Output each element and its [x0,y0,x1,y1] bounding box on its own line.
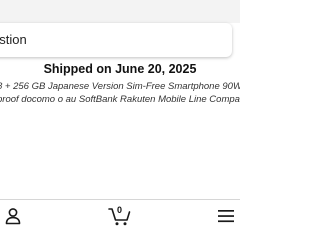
cart-button[interactable]: 0 [100,201,140,231]
menu-button[interactable] [206,201,240,231]
shipping-status: Shipped on June 20, 2025 [43,62,197,76]
person-icon [5,208,21,225]
product-title-line-1[interactable]: 8 + 256 GB Japanese Version Sim-Free Sma… [0,81,240,92]
account-button[interactable] [0,201,33,231]
search-suggestion-box[interactable]: estion [0,23,232,57]
bottom-nav-divider [0,199,240,200]
cart-icon-wrap: 0 [108,205,132,227]
search-suggestion-text[interactable]: estion [0,32,27,48]
product-title-line-2[interactable]: proof docomo o au SoftBank Rakuten Mobil… [0,94,240,105]
cart-count-badge: 0 [117,205,123,215]
page: estion Shipped on June 20, 2025 8 + 256 … [0,0,240,240]
hamburger-menu-icon [218,210,234,223]
bottom-navigation: 0 [0,201,240,240]
header-strip [0,0,240,23]
